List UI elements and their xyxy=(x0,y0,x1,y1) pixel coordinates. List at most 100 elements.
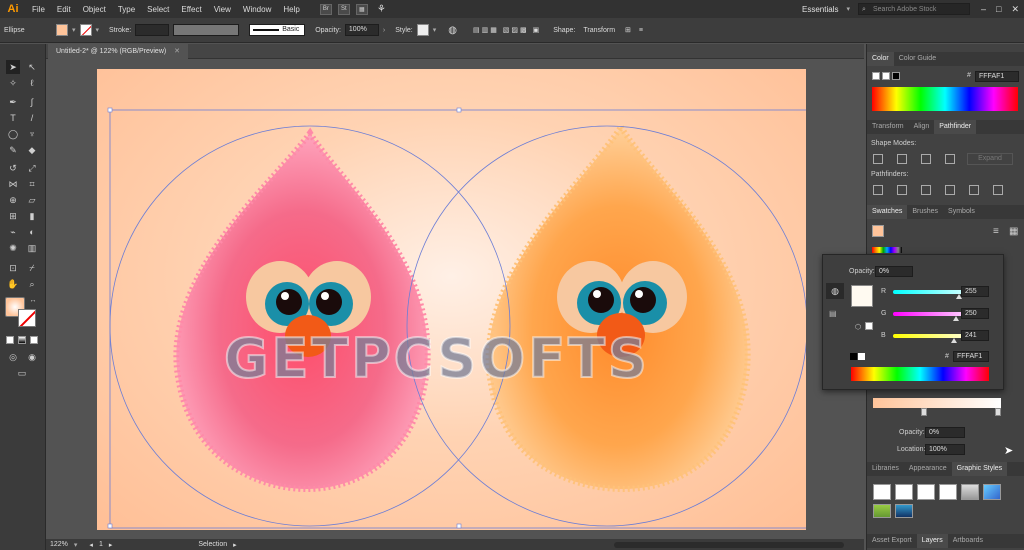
popup-white-swatch[interactable] xyxy=(858,353,865,360)
popup-swatches-icon[interactable]: ◍ xyxy=(826,283,844,299)
color-mode-icon[interactable] xyxy=(6,336,14,344)
screen-mode-icon[interactable]: ▭ xyxy=(15,366,29,380)
popup-color-spectrum[interactable] xyxy=(851,367,989,381)
gradient-opacity-field[interactable]: 0% xyxy=(925,427,965,438)
slice-tool-icon[interactable]: ⌿ xyxy=(25,261,39,275)
stroke-color-box[interactable] xyxy=(18,309,36,327)
isolate-icon[interactable]: ⊞ xyxy=(625,26,631,34)
variable-width-profile[interactable] xyxy=(173,24,240,36)
orange-bird[interactable] xyxy=(485,121,751,493)
tab-color[interactable]: Color xyxy=(867,52,894,66)
tab-align[interactable]: Align xyxy=(909,120,935,134)
graphic-style-8[interactable] xyxy=(895,504,913,518)
pen-tool-icon[interactable]: ✒ xyxy=(6,95,20,109)
selection-handle-bottom[interactable] xyxy=(456,523,462,529)
selection-handle-top[interactable] xyxy=(456,107,462,113)
shape-builder-tool-icon[interactable]: ⊕ xyxy=(6,193,20,207)
gpu-icon[interactable]: ⚘ xyxy=(371,4,392,15)
scale-tool-icon[interactable]: ⤢ xyxy=(25,161,39,175)
color-hex-field[interactable]: FFFAF1 xyxy=(975,71,1019,82)
menu-object[interactable]: Object xyxy=(77,5,112,14)
graphic-style-3[interactable] xyxy=(917,484,935,500)
next-artboard-icon[interactable]: ▸ xyxy=(109,541,113,549)
unite-icon[interactable] xyxy=(873,154,883,164)
popup-web-safe-swatch[interactable] xyxy=(865,322,873,330)
graphic-style-4[interactable] xyxy=(939,484,957,500)
artboard-tool-icon[interactable]: ⊡ xyxy=(6,261,20,275)
tab-transform[interactable]: Transform xyxy=(867,120,909,134)
horizontal-scrollbar[interactable] xyxy=(614,541,844,548)
tab-swatches[interactable]: Swatches xyxy=(867,205,908,219)
opacity-chevron-icon[interactable]: › xyxy=(383,27,385,34)
type-tool-icon[interactable]: T xyxy=(6,111,20,125)
shape-label[interactable]: Shape: xyxy=(553,27,575,34)
none-mode-icon[interactable] xyxy=(30,336,38,344)
tab-layers[interactable]: Layers xyxy=(916,534,948,548)
shaper-tool-icon[interactable]: ✎ xyxy=(6,143,20,157)
exclude-icon[interactable] xyxy=(945,154,955,164)
artboard-number-field[interactable]: 1 xyxy=(99,541,103,548)
draw-mode-icon[interactable]: ◎ xyxy=(6,350,20,364)
graphic-style-swatch[interactable] xyxy=(416,24,429,36)
fill-chevron-icon[interactable]: ▾ xyxy=(72,26,76,34)
gradient-slider[interactable] xyxy=(873,398,1001,408)
gradient-tool-icon[interactable]: ▮ xyxy=(25,209,39,223)
arrange-documents-icon[interactable]: ▦ xyxy=(355,3,368,15)
grid-view-icon[interactable]: ▦ xyxy=(1009,226,1018,237)
free-transform-tool-icon[interactable]: ⌗ xyxy=(25,177,39,191)
popup-cube-icon[interactable]: ⬡ xyxy=(855,323,861,331)
menu-window[interactable]: Window xyxy=(237,5,277,14)
ellipse-tool-icon[interactable]: ◯ xyxy=(6,127,20,141)
pink-bird[interactable] xyxy=(173,127,431,493)
expand-button[interactable]: Expand xyxy=(967,153,1013,165)
color-panel-white-icon[interactable] xyxy=(882,72,890,80)
popup-r-field[interactable]: 255 xyxy=(961,286,989,297)
graphic-style-5[interactable] xyxy=(961,484,979,500)
color-panel-fill-icon[interactable] xyxy=(872,72,880,80)
maximize-button[interactable]: □ xyxy=(991,4,1006,14)
blend-tool-icon[interactable]: ◐ xyxy=(25,225,39,239)
stroke-swatch[interactable] xyxy=(79,24,92,36)
selection-handle-top-left[interactable] xyxy=(107,107,113,113)
rotate-tool-icon[interactable]: ↺ xyxy=(6,161,20,175)
magic-wand-tool-icon[interactable]: ✧ xyxy=(6,76,20,90)
tab-pathfinder[interactable]: Pathfinder xyxy=(934,120,977,134)
tab-graphic-styles[interactable]: Graphic Styles xyxy=(951,462,1008,476)
tab-brushes[interactable]: Brushes xyxy=(907,205,943,219)
status-chevron-icon[interactable]: ▸ xyxy=(233,541,237,549)
gradient-stop-right[interactable] xyxy=(995,408,1001,416)
popup-opacity-field[interactable]: 0% xyxy=(875,266,913,277)
close-button[interactable]: ✕ xyxy=(1006,4,1024,15)
minimize-button[interactable]: – xyxy=(976,4,991,14)
minus-back-icon[interactable] xyxy=(993,185,1003,195)
paintbrush-tool-icon[interactable]: ♆ xyxy=(25,127,39,141)
outline-icon[interactable] xyxy=(969,185,979,195)
minus-front-icon[interactable] xyxy=(897,154,907,164)
divide-icon[interactable] xyxy=(873,185,883,195)
gradient-location-field[interactable]: 100% xyxy=(925,444,965,455)
panel-menu-icon[interactable]: ≡ xyxy=(639,27,643,34)
width-tool-icon[interactable]: ⋈ xyxy=(6,177,20,191)
popup-hex-field[interactable]: FFFAF1 xyxy=(953,351,989,362)
draw-inside-icon[interactable]: ◉ xyxy=(25,350,39,364)
menu-view[interactable]: View xyxy=(208,5,237,14)
tab-libraries[interactable]: Libraries xyxy=(867,462,904,476)
zoom-field[interactable]: 122% xyxy=(50,541,68,548)
direct-selection-tool-icon[interactable]: ↖ xyxy=(25,60,39,74)
menu-type[interactable]: Type xyxy=(112,5,141,14)
stock-search-input[interactable]: ⌕ Search Adobe Stock xyxy=(858,3,970,15)
menu-edit[interactable]: Edit xyxy=(51,5,77,14)
graphic-style-1[interactable] xyxy=(873,484,891,500)
menu-file[interactable]: File xyxy=(26,5,51,14)
stroke-chevron-icon[interactable]: ▾ xyxy=(96,26,100,34)
brush-definition-dropdown[interactable]: Basic xyxy=(249,24,306,36)
tab-color-guide[interactable]: Color Guide xyxy=(894,52,941,66)
tab-symbols[interactable]: Symbols xyxy=(943,205,980,219)
curvature-tool-icon[interactable]: ∫ xyxy=(25,95,39,109)
column-graph-tool-icon[interactable]: ▥ xyxy=(25,241,39,255)
gradient-stop-left[interactable] xyxy=(921,408,927,416)
status-tool-label[interactable]: Selection xyxy=(198,541,227,548)
fill-swatch[interactable] xyxy=(56,24,68,36)
popup-black-swatch[interactable] xyxy=(850,353,857,360)
lasso-tool-icon[interactable]: ℓ xyxy=(25,76,39,90)
